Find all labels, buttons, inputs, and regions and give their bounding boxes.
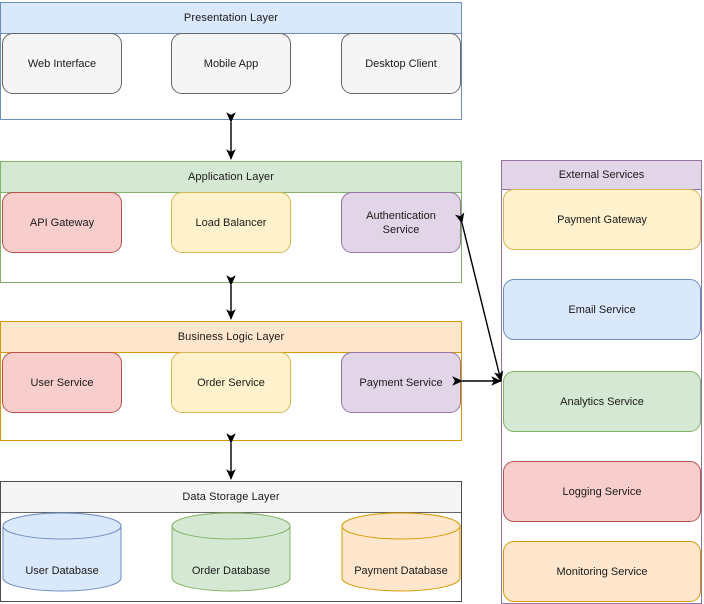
- node-authentication-service[interactable]: Authentication Service: [341, 192, 461, 253]
- node-label: Payment Service: [359, 376, 443, 389]
- layer-title-application: Application Layer: [187, 170, 275, 183]
- layer-title-storage: Data Storage Layer: [182, 490, 280, 503]
- external-node-label: Monitoring Service: [556, 565, 648, 578]
- layer-header-presentation: Presentation Layer: [1, 3, 461, 34]
- node-user-service[interactable]: User Service: [2, 352, 122, 413]
- node-desktop-client[interactable]: Desktop Client: [341, 33, 461, 94]
- external-node-label: Logging Service: [562, 485, 642, 498]
- database-payment-database[interactable]: Payment Database: [341, 512, 461, 592]
- external-node-email-service[interactable]: Email Service: [503, 279, 701, 340]
- node-mobile-app[interactable]: Mobile App: [171, 33, 291, 94]
- external-node-label: Analytics Service: [560, 395, 644, 408]
- layer-header-business: Business Logic Layer: [1, 322, 461, 353]
- node-label: Desktop Client: [365, 57, 437, 70]
- database-user-database[interactable]: User Database: [2, 512, 122, 592]
- external-node-monitoring-service[interactable]: Monitoring Service: [503, 541, 701, 602]
- node-label: Load Balancer: [195, 216, 267, 229]
- database-label: Order Database: [191, 565, 271, 577]
- node-label: Mobile App: [203, 57, 259, 70]
- node-label: Authentication Service: [366, 209, 436, 236]
- database-order-database[interactable]: Order Database: [171, 512, 291, 592]
- node-load-balancer[interactable]: Load Balancer: [171, 192, 291, 253]
- external-services-title: External Services: [558, 169, 645, 181]
- architecture-diagram-canvas: Presentation Layer Web Interface Mobile Ap…: [0, 0, 704, 604]
- layer-title-business: Business Logic Layer: [177, 330, 285, 343]
- external-node-payment-gateway[interactable]: Payment Gateway: [503, 189, 701, 250]
- node-payment-service[interactable]: Payment Service: [341, 352, 461, 413]
- layer-header-storage: Data Storage Layer: [1, 482, 461, 513]
- external-node-label: Email Service: [568, 303, 636, 316]
- node-api-gateway[interactable]: API Gateway: [2, 192, 122, 253]
- node-web-interface[interactable]: Web Interface: [2, 33, 122, 94]
- node-order-service[interactable]: Order Service: [171, 352, 291, 413]
- external-node-analytics-service[interactable]: Analytics Service: [503, 371, 701, 432]
- external-services-header: External Services: [502, 161, 701, 190]
- node-label: Web Interface: [27, 57, 97, 70]
- node-label: API Gateway: [29, 216, 95, 229]
- layer-header-application: Application Layer: [1, 162, 461, 193]
- node-label: User Service: [30, 376, 94, 389]
- database-label: Payment Database: [354, 565, 448, 577]
- external-node-label: Payment Gateway: [557, 213, 647, 226]
- layer-title-presentation: Presentation Layer: [183, 11, 279, 24]
- external-node-logging-service[interactable]: Logging Service: [503, 461, 701, 522]
- database-label: User Database: [25, 565, 99, 577]
- node-label: Order Service: [197, 376, 265, 389]
